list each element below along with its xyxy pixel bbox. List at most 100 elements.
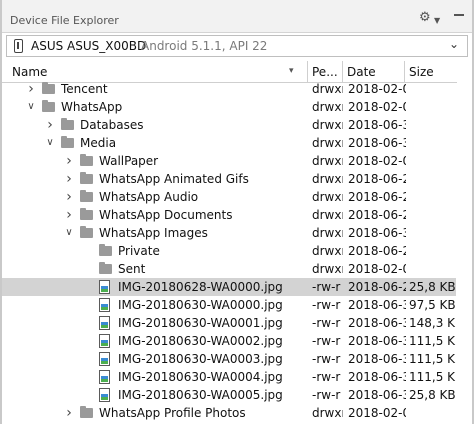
- device-name: ASUS ASUS_X00BD: [31, 39, 147, 53]
- row-permissions: drwxr: [312, 208, 343, 222]
- row-size: 111,5 KB: [409, 370, 456, 384]
- file-row[interactable]: IMG-20180630-WA0000.jpg -rw-r 2018-06-3097…: [2, 296, 456, 314]
- row-name: WhatsApp Documents: [99, 208, 233, 222]
- folder-icon: [80, 172, 93, 184]
- folder-row[interactable]: › Databases drwxr 2018-06-30: [2, 116, 456, 134]
- file-row[interactable]: IMG-20180630-WA0004.jpg -rw-r 2018-06-3011…: [2, 368, 456, 386]
- folder-row[interactable]: Sent drwxr 2018-02-04: [2, 260, 456, 278]
- file-row[interactable]: IMG-20180630-WA0002.jpg -rw-r 2018-06-3011…: [2, 332, 456, 350]
- row-permissions: -rw-r: [312, 370, 341, 384]
- image-file-icon: [99, 334, 110, 348]
- chevron-right-icon[interactable]: ›: [64, 208, 74, 222]
- row-date: 2018-02-04: [348, 154, 406, 168]
- phone-icon: [14, 39, 23, 53]
- dropdown-caret-icon[interactable]: ⌄: [449, 37, 459, 51]
- folder-row[interactable]: ∨ Media drwxr 2018-06-30: [2, 134, 456, 152]
- folder-icon: [42, 82, 55, 94]
- chevron-right-icon[interactable]: ›: [64, 406, 74, 420]
- row-permissions: -rw-r: [312, 334, 341, 348]
- chevron-down-icon[interactable]: ∨: [45, 136, 55, 150]
- row-permissions: drwxr: [312, 226, 343, 240]
- file-row[interactable]: IMG-20180630-WA0005.jpg -rw-r 2018-06-3025…: [2, 386, 456, 404]
- row-permissions: drwxr: [312, 172, 343, 186]
- row-date: 2018-06-27: [348, 190, 406, 204]
- folder-icon: [61, 136, 74, 148]
- row-size: 111,5 KB: [409, 352, 456, 366]
- row-permissions: drwxr: [312, 190, 343, 204]
- title-bar: Device File Explorer ⚙ ▼: [2, 0, 472, 33]
- vertical-scrollbar[interactable]: [457, 80, 472, 424]
- file-row[interactable]: IMG-20180630-WA0003.jpg -rw-r 2018-06-3011…: [2, 350, 456, 368]
- chevron-right-icon[interactable]: ›: [64, 172, 74, 186]
- image-file-icon: [99, 280, 110, 294]
- file-row[interactable]: IMG-20180630-WA0001.jpg -rw-r 2018-06-3014…: [2, 314, 456, 332]
- file-tree: › Tencent drwxr 2018-02-04 ∨ WhatsApp drwxr 201…: [2, 80, 456, 424]
- folder-icon: [80, 208, 93, 220]
- folder-row[interactable]: › WhatsApp Documents drwxr 2018-06-27: [2, 206, 456, 224]
- row-name: Private: [118, 244, 160, 258]
- image-file-icon: [99, 352, 110, 366]
- folder-row[interactable]: › WallPaper drwxr 2018-02-04: [2, 152, 456, 170]
- row-name: IMG-20180630-WA0001.jpg: [118, 316, 283, 330]
- row-name: Tencent: [61, 82, 108, 96]
- row-name: IMG-20180630-WA0002.jpg: [118, 334, 283, 348]
- folder-icon: [42, 100, 55, 112]
- row-size: 25,8 KB: [409, 280, 456, 294]
- device-file-explorer-panel: Device File Explorer ⚙ ▼ ASUS ASUS_X00BD…: [0, 0, 474, 424]
- row-permissions: drwxr: [312, 82, 343, 96]
- chevron-down-icon[interactable]: ∨: [64, 226, 74, 240]
- chevron-right-icon[interactable]: ›: [26, 82, 36, 96]
- image-file-icon: [99, 388, 110, 402]
- row-permissions: -rw-r: [312, 352, 341, 366]
- folder-icon: [61, 118, 74, 130]
- row-size: 148,3 KB: [409, 316, 456, 330]
- row-date: 2018-06-27: [348, 244, 406, 258]
- row-name: Media: [80, 136, 117, 150]
- row-permissions: -rw-r: [312, 298, 341, 312]
- folder-row[interactable]: › WhatsApp Animated Gifs drwxr 2018-06-27: [2, 170, 456, 188]
- folder-row[interactable]: › Tencent drwxr 2018-02-04: [2, 80, 456, 98]
- row-date: 2018-02-04: [348, 82, 406, 96]
- row-name: WhatsApp Animated Gifs: [99, 172, 249, 186]
- folder-row[interactable]: Private drwxr 2018-06-27: [2, 242, 456, 260]
- row-name: IMG-20180630-WA0004.jpg: [118, 370, 283, 384]
- device-detail: Android 5.1.1, API 22: [141, 39, 268, 53]
- folder-icon: [99, 244, 112, 256]
- row-date: 2018-06-30: [348, 334, 406, 348]
- folder-icon: [80, 226, 93, 238]
- chevron-down-icon[interactable]: ▼: [434, 14, 440, 28]
- row-name: WallPaper: [99, 154, 159, 168]
- row-permissions: drwxr: [312, 100, 343, 114]
- row-permissions: drwxr: [312, 262, 343, 276]
- chevron-right-icon[interactable]: ›: [45, 118, 55, 132]
- folder-row[interactable]: ∨ WhatsApp drwxr 2018-02-05: [2, 98, 456, 116]
- row-permissions: drwxr: [312, 154, 343, 168]
- folder-icon: [80, 190, 93, 202]
- row-name: Databases: [80, 118, 144, 132]
- row-date: 2018-02-04: [348, 406, 406, 420]
- row-permissions: -rw-r: [312, 388, 341, 402]
- row-permissions: drwxr: [312, 406, 343, 420]
- row-name: IMG-20180630-WA0003.jpg: [118, 352, 283, 366]
- row-date: 2018-02-04: [348, 262, 406, 276]
- row-size: 97,5 KB: [409, 298, 456, 312]
- row-name: WhatsApp Audio: [99, 190, 199, 204]
- row-date: 2018-06-30: [348, 136, 406, 150]
- row-name: IMG-20180630-WA0000.jpg: [118, 298, 283, 312]
- row-permissions: drwxr: [312, 244, 343, 258]
- row-permissions: -rw-r: [312, 280, 341, 294]
- row-size: 111,5 KB: [409, 334, 456, 348]
- gear-icon[interactable]: ⚙: [419, 11, 431, 25]
- chevron-down-icon[interactable]: ∨: [26, 100, 36, 114]
- row-name: Sent: [118, 262, 146, 276]
- folder-row[interactable]: › WhatsApp Audio drwxr 2018-06-27: [2, 188, 456, 206]
- folder-row[interactable]: › WhatsApp Profile Photos drwxr 2018-02-04: [2, 404, 456, 422]
- minimize-icon[interactable]: [454, 14, 464, 16]
- folder-icon: [80, 154, 93, 166]
- file-row[interactable]: IMG-20180628-WA0000.jpg -rw-r 2018-06-2825…: [2, 278, 456, 296]
- chevron-right-icon[interactable]: ›: [64, 190, 74, 204]
- folder-icon: [99, 262, 112, 274]
- chevron-right-icon[interactable]: ›: [64, 154, 74, 168]
- folder-row[interactable]: ∨ WhatsApp Images drwxr 2018-06-30: [2, 224, 456, 242]
- device-selector[interactable]: ASUS ASUS_X00BD Android 5.1.1, API 22 ⌄: [6, 35, 468, 57]
